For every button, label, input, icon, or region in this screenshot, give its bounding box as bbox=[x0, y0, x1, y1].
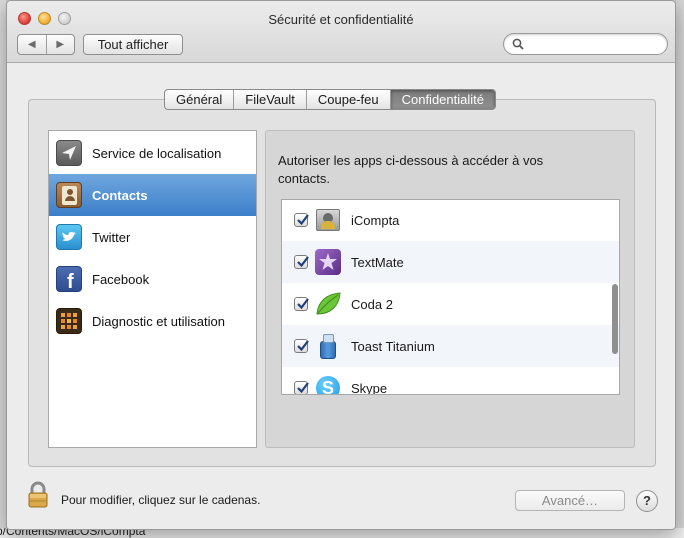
search-field[interactable] bbox=[503, 33, 668, 55]
sidebar-item-facebook[interactable]: f Facebook bbox=[49, 258, 256, 300]
app-checkbox[interactable] bbox=[294, 255, 309, 269]
permission-description: Autoriser les apps ci-dessous à accéder … bbox=[278, 153, 544, 186]
sidebar-item-contacts[interactable]: Contacts bbox=[49, 174, 256, 216]
toast-titanium-icon bbox=[314, 332, 342, 360]
tab-filevault[interactable]: FileVault bbox=[233, 90, 306, 109]
location-arrow-icon bbox=[56, 140, 82, 166]
sidebar-item-twitter[interactable]: Twitter bbox=[49, 216, 256, 258]
tab-general[interactable]: Général bbox=[165, 90, 233, 109]
show-all-button[interactable]: Tout afficher bbox=[83, 34, 183, 55]
preferences-window: Sécurité et confidentialité ◀ ▶ Tout aff… bbox=[6, 0, 676, 530]
app-checkbox[interactable] bbox=[294, 381, 309, 394]
advanced-button[interactable]: Avancé… bbox=[515, 490, 625, 511]
tab-bar: Général FileVault Coupe-feu Confidential… bbox=[164, 89, 496, 110]
sidebar-item-label: Service de localisation bbox=[92, 145, 222, 161]
sidebar-item-label: Twitter bbox=[92, 229, 131, 245]
navigation-buttons: ◀ ▶ bbox=[17, 34, 75, 55]
privacy-category-list: Service de localisation Contacts Twitter… bbox=[48, 130, 257, 448]
contacts-book-icon bbox=[56, 182, 82, 208]
tab-privacy[interactable]: Confidentialité bbox=[389, 90, 495, 109]
app-name: iCompta bbox=[351, 212, 400, 228]
back-button[interactable]: ◀ bbox=[18, 35, 46, 54]
lock-message: Pour modifier, cliquez sur le cadenas. bbox=[61, 493, 261, 507]
twitter-bird-icon bbox=[56, 224, 82, 250]
search-icon bbox=[512, 38, 524, 50]
app-name: Coda 2 bbox=[351, 296, 393, 312]
help-button[interactable]: ? bbox=[636, 490, 658, 512]
coda-leaf-icon bbox=[314, 290, 342, 318]
app-checkbox[interactable] bbox=[294, 297, 309, 311]
forward-arrow-icon: ▶ bbox=[56, 39, 65, 50]
tab-firewall[interactable]: Coupe-feu bbox=[305, 90, 390, 109]
app-checkbox[interactable] bbox=[294, 213, 309, 227]
title-bar: Sécurité et confidentialité ◀ ▶ Tout aff… bbox=[7, 1, 675, 63]
app-name: Toast Titanium bbox=[351, 338, 435, 354]
textmate-icon bbox=[314, 248, 342, 276]
app-row-toast[interactable]: Toast Titanium bbox=[282, 325, 619, 367]
sidebar-item-label: Contacts bbox=[92, 187, 148, 203]
diagnostic-grid-icon bbox=[56, 308, 82, 334]
app-name: Skype bbox=[351, 380, 388, 395]
sidebar-item-label: Facebook bbox=[92, 271, 150, 287]
app-row-textmate[interactable]: TextMate bbox=[282, 241, 619, 283]
icompta-icon bbox=[314, 206, 342, 234]
app-row-skype[interactable]: S Skype bbox=[282, 367, 619, 395]
facebook-f-icon: f bbox=[56, 266, 82, 293]
sidebar-item-label: Diagnostic et utilisation bbox=[92, 313, 225, 329]
sidebar-item-location[interactable]: Service de localisation bbox=[49, 132, 256, 174]
window-title: Sécurité et confidentialité bbox=[268, 12, 414, 27]
list-scrollbar[interactable] bbox=[612, 284, 618, 354]
background-window-right bbox=[676, 0, 684, 538]
app-checkbox[interactable] bbox=[294, 339, 309, 353]
back-arrow-icon: ◀ bbox=[27, 39, 36, 50]
app-row-coda[interactable]: Coda 2 bbox=[282, 283, 619, 325]
app-name: TextMate bbox=[351, 254, 404, 270]
skype-icon: S bbox=[314, 374, 342, 394]
app-row-icompta[interactable]: iCompta bbox=[282, 200, 619, 241]
sidebar-item-diagnostics[interactable]: Diagnostic et utilisation bbox=[49, 300, 256, 342]
forward-button[interactable]: ▶ bbox=[45, 35, 75, 54]
app-permission-list: iCompta TextMate Coda 2 Toast Titanium S… bbox=[281, 199, 620, 395]
padlock-icon[interactable] bbox=[27, 481, 49, 509]
